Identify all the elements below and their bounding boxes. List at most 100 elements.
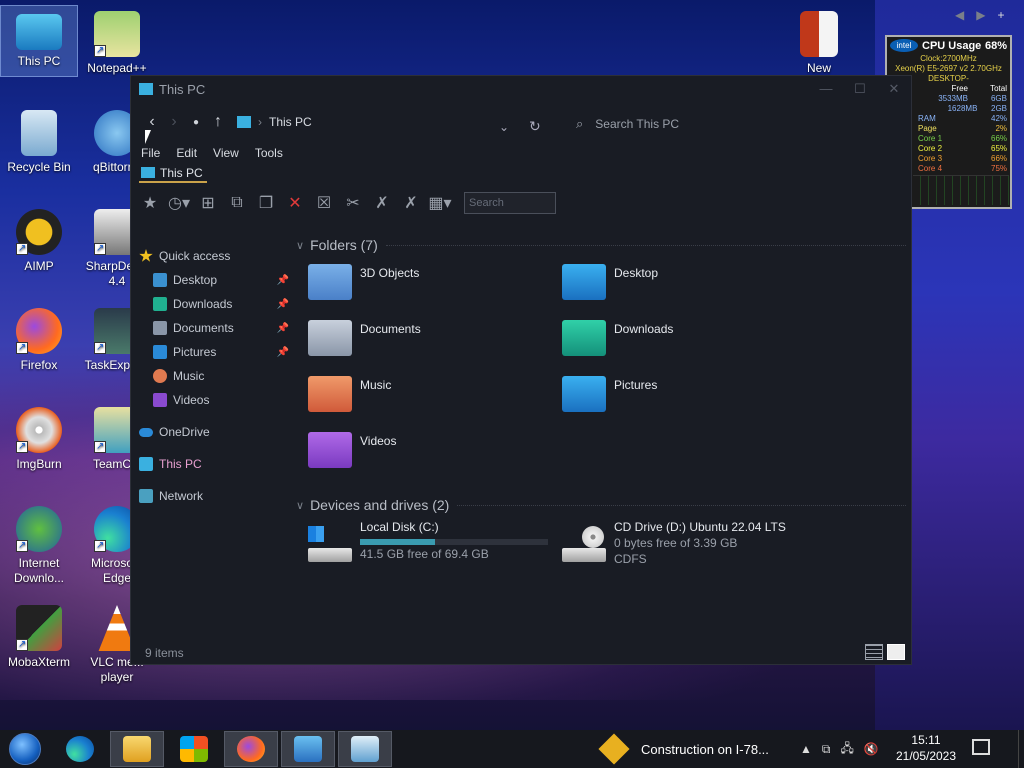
desktop-icon-idm[interactable]: Internet Downlo...: [0, 500, 78, 586]
menu-bar: File Edit View Tools: [131, 142, 911, 164]
hard-drive-icon: [308, 526, 352, 566]
chevron-down-icon: ∨: [296, 499, 305, 512]
recent-dot-icon[interactable]: ●: [185, 117, 207, 128]
view-layout-icon[interactable]: ▦▾: [427, 191, 453, 215]
menu-view[interactable]: View: [213, 146, 239, 160]
search-icon: ⌕: [576, 116, 584, 131]
search-box[interactable]: ⌕ Search This PC: [576, 116, 679, 132]
delete-icon[interactable]: ✕: [282, 191, 308, 215]
nav-desktop[interactable]: Desktop 📌: [139, 268, 289, 292]
volume-muted-icon[interactable]: 🔇: [864, 742, 879, 756]
copy-to-icon[interactable]: ⧉: [224, 191, 250, 215]
warning-icon: [598, 733, 630, 765]
network-tray-icon[interactable]: 🖧: [840, 739, 853, 760]
folder-pictures[interactable]: Pictures: [550, 370, 804, 426]
folder-music[interactable]: Music: [296, 370, 550, 426]
taskbar-edge[interactable]: [53, 731, 107, 767]
breadcrumb[interactable]: › This PC: [237, 115, 312, 129]
nav-music[interactable]: Music: [139, 364, 289, 388]
folder-documents[interactable]: Documents: [296, 314, 550, 370]
cut-icon[interactable]: ✂: [340, 191, 366, 215]
large-icons-view-icon[interactable]: [887, 644, 905, 660]
drive-d[interactable]: CD Drive (D:) Ubuntu 22.04 LTS 0 bytes f…: [550, 520, 804, 566]
star-icon: [139, 249, 153, 262]
move-to-icon[interactable]: ❐: [253, 191, 279, 215]
tab-this-pc[interactable]: This PC: [139, 166, 207, 183]
title-bar[interactable]: This PC — ☐ ✕: [131, 76, 911, 102]
up-button[interactable]: ↑: [207, 113, 229, 131]
menu-file[interactable]: File: [141, 146, 160, 160]
file-explorer-icon: [123, 736, 151, 762]
nav-network[interactable]: Network: [139, 484, 289, 508]
desktop-icon-notepadpp[interactable]: Notepad++: [78, 5, 156, 76]
refresh-button[interactable]: ↻: [529, 118, 541, 135]
search-placeholder: Search This PC: [595, 117, 680, 131]
news-notification[interactable]: Construction on I-78...: [598, 730, 769, 768]
toolbar-search-input[interactable]: Search: [464, 192, 556, 214]
show-desktop-button[interactable]: [1018, 730, 1024, 768]
nav-videos[interactable]: Videos: [139, 388, 289, 412]
nav-onedrive[interactable]: OneDrive: [139, 420, 289, 444]
cpu-model: Xeon(R) E5-2697 v2 2.70GHz: [895, 64, 1002, 73]
menu-tools[interactable]: Tools: [255, 146, 283, 160]
nav-documents[interactable]: Documents 📌: [139, 316, 289, 340]
explorer-window[interactable]: This PC — ☐ ✕ ‹ › ● ↑ › This PC ⌄ ↻ ⌕ Se…: [130, 75, 912, 665]
folder-videos[interactable]: Videos: [296, 426, 550, 482]
start-button[interactable]: [0, 730, 50, 768]
windows-logo-icon[interactable]: ⊞: [195, 191, 221, 215]
breadcrumb-item[interactable]: This PC: [269, 115, 312, 129]
pin-icon: 📌: [276, 298, 289, 310]
chevron-down-icon[interactable]: ⌄: [499, 120, 509, 134]
cloud-icon: [139, 427, 153, 437]
desktop-icon-this-pc[interactable]: This PC: [0, 5, 78, 77]
computer-icon: [16, 14, 62, 50]
mobaxterm-icon: [16, 605, 62, 652]
desktop-icon: [153, 273, 167, 287]
folder-desktop[interactable]: Desktop: [550, 258, 804, 314]
folders-group-header[interactable]: ∨ Folders (7): [296, 234, 906, 256]
breadcrumb-separator-icon: ›: [258, 115, 262, 129]
details-view-icon[interactable]: [865, 644, 883, 660]
forward-button[interactable]: ›: [163, 113, 185, 131]
desktop-icon-recycle-bin[interactable]: Recycle Bin: [0, 104, 78, 175]
taskbar-firefox[interactable]: [224, 731, 278, 767]
taskbar-control-panel[interactable]: [338, 731, 392, 767]
desktop-icon-aimp[interactable]: AIMP: [0, 203, 78, 274]
clock[interactable]: 15:11 21/05/2023: [893, 732, 959, 764]
nav-pictures[interactable]: Pictures 📌: [139, 340, 289, 364]
menu-edit[interactable]: Edit: [176, 146, 197, 160]
undo-icon[interactable]: ✗: [398, 191, 424, 215]
plus-icon[interactable]: +: [997, 8, 1004, 22]
favorites-star-icon[interactable]: ★: [137, 191, 163, 215]
maximize-button[interactable]: ☐: [843, 81, 877, 97]
chevron-up-icon[interactable]: ▲: [800, 742, 812, 756]
taskbar-store[interactable]: [167, 731, 221, 767]
back-button[interactable]: ‹: [141, 113, 163, 131]
chevron-right-icon[interactable]: ▶: [976, 8, 985, 22]
desktop-icon-mobaxterm[interactable]: MobaXterm: [0, 599, 78, 670]
drive-c[interactable]: Local Disk (C:) 41.5 GB free of 69.4 GB: [296, 520, 550, 566]
delete-permanent-icon[interactable]: ☒: [311, 191, 337, 215]
desktop-icon-firefox[interactable]: Firefox: [0, 302, 78, 373]
action-center-icon[interactable]: [972, 739, 990, 755]
nav-quick-access[interactable]: Quick access: [139, 244, 289, 268]
folder-downloads[interactable]: Downloads: [550, 314, 804, 370]
folder-3d-objects[interactable]: 3D Objects: [296, 258, 550, 314]
nav-this-pc[interactable]: This PC: [139, 452, 289, 476]
taskbar-computer[interactable]: [281, 731, 335, 767]
windows-orb-icon: [9, 733, 41, 765]
desktop-icon-label: Notepad++: [87, 61, 147, 75]
videos-folder-icon: [308, 432, 352, 468]
nav-downloads[interactable]: Downloads 📌: [139, 292, 289, 316]
close-button[interactable]: ✕: [877, 81, 911, 97]
minimize-button[interactable]: —: [809, 81, 843, 97]
history-clock-icon[interactable]: ◷▾: [166, 191, 192, 215]
desktop-icon-new-powerpoint[interactable]: New: [780, 5, 858, 76]
device-icon[interactable]: ⧉: [822, 742, 831, 757]
rename-icon[interactable]: ✗: [369, 191, 395, 215]
chevron-left-icon[interactable]: ◀: [955, 8, 964, 22]
cpu-row-free: 1628MB: [947, 104, 978, 113]
taskbar-file-explorer[interactable]: [110, 731, 164, 767]
drives-group-header[interactable]: ∨ Devices and drives (2): [296, 494, 906, 516]
desktop-icon-imgburn[interactable]: ImgBurn: [0, 401, 78, 472]
